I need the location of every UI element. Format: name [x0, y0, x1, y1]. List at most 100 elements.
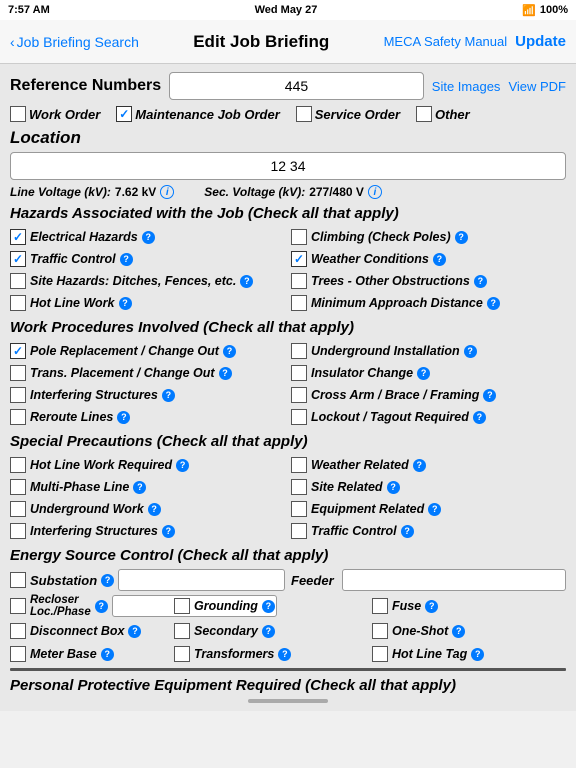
sp-site[interactable]: Site Related ?	[291, 477, 566, 497]
sp-equipment-help[interactable]: ?	[428, 503, 441, 516]
esc-oneshot-checkbox[interactable]	[372, 623, 388, 639]
wp-interfering[interactable]: Interfering Structures ?	[10, 385, 285, 405]
esc-recloser-help[interactable]: ?	[95, 600, 108, 613]
esc-grounding-help[interactable]: ?	[262, 600, 275, 613]
sp-hotline-required-checkbox[interactable]	[10, 457, 26, 473]
sp-underground-checkbox[interactable]	[10, 501, 26, 517]
line-voltage-info-icon[interactable]: i	[160, 185, 174, 199]
hazard-trees-checkbox[interactable]	[291, 273, 307, 289]
wp-lockout-checkbox[interactable]	[291, 409, 307, 425]
esc-meter-help[interactable]: ?	[101, 648, 114, 661]
esc-transformers-help[interactable]: ?	[278, 648, 291, 661]
sp-equipment-checkbox[interactable]	[291, 501, 307, 517]
sp-site-checkbox[interactable]	[291, 479, 307, 495]
esc-fuse-checkbox[interactable]	[372, 598, 388, 614]
hazard-climbing-checkbox[interactable]	[291, 229, 307, 245]
sp-interfering-help[interactable]: ?	[162, 525, 175, 538]
sp-traffic[interactable]: Traffic Control ?	[291, 521, 566, 541]
view-pdf-link[interactable]: View PDF	[508, 79, 566, 94]
sec-voltage-info-icon[interactable]: i	[368, 185, 382, 199]
hazard-site[interactable]: Site Hazards: Ditches, Fences, etc. ?	[10, 271, 285, 291]
location-input[interactable]	[10, 152, 566, 180]
sp-multiphase[interactable]: Multi-Phase Line ?	[10, 477, 285, 497]
esc-disconnect[interactable]: Disconnect Box ?	[10, 621, 170, 641]
esc-feeder-input[interactable]	[342, 569, 566, 591]
sp-multiphase-help[interactable]: ?	[133, 481, 146, 494]
esc-secondary-checkbox[interactable]	[174, 623, 190, 639]
wp-trans-placement-checkbox[interactable]	[10, 365, 26, 381]
hazard-weather-checkbox[interactable]	[291, 251, 307, 267]
esc-grounding[interactable]: Grounding ?	[174, 596, 368, 616]
sp-interfering-checkbox[interactable]	[10, 523, 26, 539]
hazard-electrical-checkbox[interactable]	[10, 229, 26, 245]
sp-equipment[interactable]: Equipment Related ?	[291, 499, 566, 519]
esc-disconnect-checkbox[interactable]	[10, 623, 26, 639]
other-checkbox[interactable]	[416, 106, 432, 122]
wp-crossarm-help[interactable]: ?	[483, 389, 496, 402]
esc-fuse[interactable]: Fuse ?	[372, 596, 566, 616]
esc-meter-checkbox[interactable]	[10, 646, 26, 662]
wp-interfering-checkbox[interactable]	[10, 387, 26, 403]
wp-crossarm[interactable]: Cross Arm / Brace / Framing ?	[291, 385, 566, 405]
hazard-climbing[interactable]: Climbing (Check Poles) ?	[291, 227, 566, 247]
wp-underground-install-help[interactable]: ?	[464, 345, 477, 358]
wp-pole-replacement[interactable]: Pole Replacement / Change Out ?	[10, 341, 285, 361]
sp-traffic-checkbox[interactable]	[291, 523, 307, 539]
hazard-weather[interactable]: Weather Conditions ?	[291, 249, 566, 269]
esc-meter[interactable]: Meter Base ?	[10, 644, 170, 664]
wp-insulator[interactable]: Insulator Change ?	[291, 363, 566, 383]
wp-lockout-help[interactable]: ?	[473, 411, 486, 424]
other-checkbox-item[interactable]: Other	[416, 106, 470, 122]
safety-manual-link[interactable]: MECA Safety Manual	[384, 34, 508, 49]
sp-hotline-help[interactable]: ?	[176, 459, 189, 472]
sp-weather[interactable]: Weather Related ?	[291, 455, 566, 475]
site-images-link[interactable]: Site Images	[432, 79, 501, 94]
back-button[interactable]: ‹ Job Briefing Search	[10, 34, 139, 50]
esc-substation-checkbox[interactable]	[10, 572, 26, 588]
esc-hotline-tag-help[interactable]: ?	[471, 648, 484, 661]
update-button[interactable]: Update	[515, 33, 566, 50]
wp-reroute[interactable]: Reroute Lines ?	[10, 407, 285, 427]
esc-transformers[interactable]: Transformers ?	[174, 644, 368, 664]
wp-insulator-help[interactable]: ?	[417, 367, 430, 380]
hazard-mad[interactable]: Minimum Approach Distance ?	[291, 293, 566, 313]
hazard-hotline-checkbox[interactable]	[10, 295, 26, 311]
esc-secondary-help[interactable]: ?	[262, 625, 275, 638]
esc-substation-input[interactable]	[118, 569, 285, 591]
wp-trans-help[interactable]: ?	[219, 367, 232, 380]
wp-interfering-help[interactable]: ?	[162, 389, 175, 402]
wp-crossarm-checkbox[interactable]	[291, 387, 307, 403]
hazard-site-checkbox[interactable]	[10, 273, 26, 289]
esc-oneshot-help[interactable]: ?	[452, 625, 465, 638]
sp-hotline-required[interactable]: Hot Line Work Required ?	[10, 455, 285, 475]
esc-oneshot[interactable]: One-Shot ?	[372, 621, 566, 641]
maint-job-order-checkbox[interactable]	[116, 106, 132, 122]
sp-weather-checkbox[interactable]	[291, 457, 307, 473]
sp-underground[interactable]: Underground Work ?	[10, 499, 285, 519]
esc-disconnect-help[interactable]: ?	[128, 625, 141, 638]
work-order-checkbox-item[interactable]: Work Order	[10, 106, 100, 122]
hazard-traffic-help[interactable]: ?	[120, 253, 133, 266]
sp-weather-help[interactable]: ?	[413, 459, 426, 472]
wp-underground-install[interactable]: Underground Installation ?	[291, 341, 566, 361]
wp-insulator-checkbox[interactable]	[291, 365, 307, 381]
wp-pole-help[interactable]: ?	[223, 345, 236, 358]
hazard-climbing-help[interactable]: ?	[455, 231, 468, 244]
esc-substation-help[interactable]: ?	[101, 574, 114, 587]
hazard-electrical[interactable]: Electrical Hazards ?	[10, 227, 285, 247]
hazard-hotline[interactable]: Hot Line Work ?	[10, 293, 285, 313]
hazard-weather-help[interactable]: ?	[433, 253, 446, 266]
hazard-electrical-help[interactable]: ?	[142, 231, 155, 244]
wp-underground-install-checkbox[interactable]	[291, 343, 307, 359]
service-order-checkbox[interactable]	[296, 106, 312, 122]
reference-input[interactable]	[169, 72, 424, 100]
esc-secondary[interactable]: Secondary ?	[174, 621, 368, 641]
wp-reroute-help[interactable]: ?	[117, 411, 130, 424]
esc-fuse-help[interactable]: ?	[425, 600, 438, 613]
maint-job-order-checkbox-item[interactable]: Maintenance Job Order	[116, 106, 279, 122]
hazard-traffic[interactable]: Traffic Control ?	[10, 249, 285, 269]
wp-trans-placement[interactable]: Trans. Placement / Change Out ?	[10, 363, 285, 383]
service-order-checkbox-item[interactable]: Service Order	[296, 106, 400, 122]
hazard-mad-help[interactable]: ?	[487, 297, 500, 310]
wp-reroute-checkbox[interactable]	[10, 409, 26, 425]
